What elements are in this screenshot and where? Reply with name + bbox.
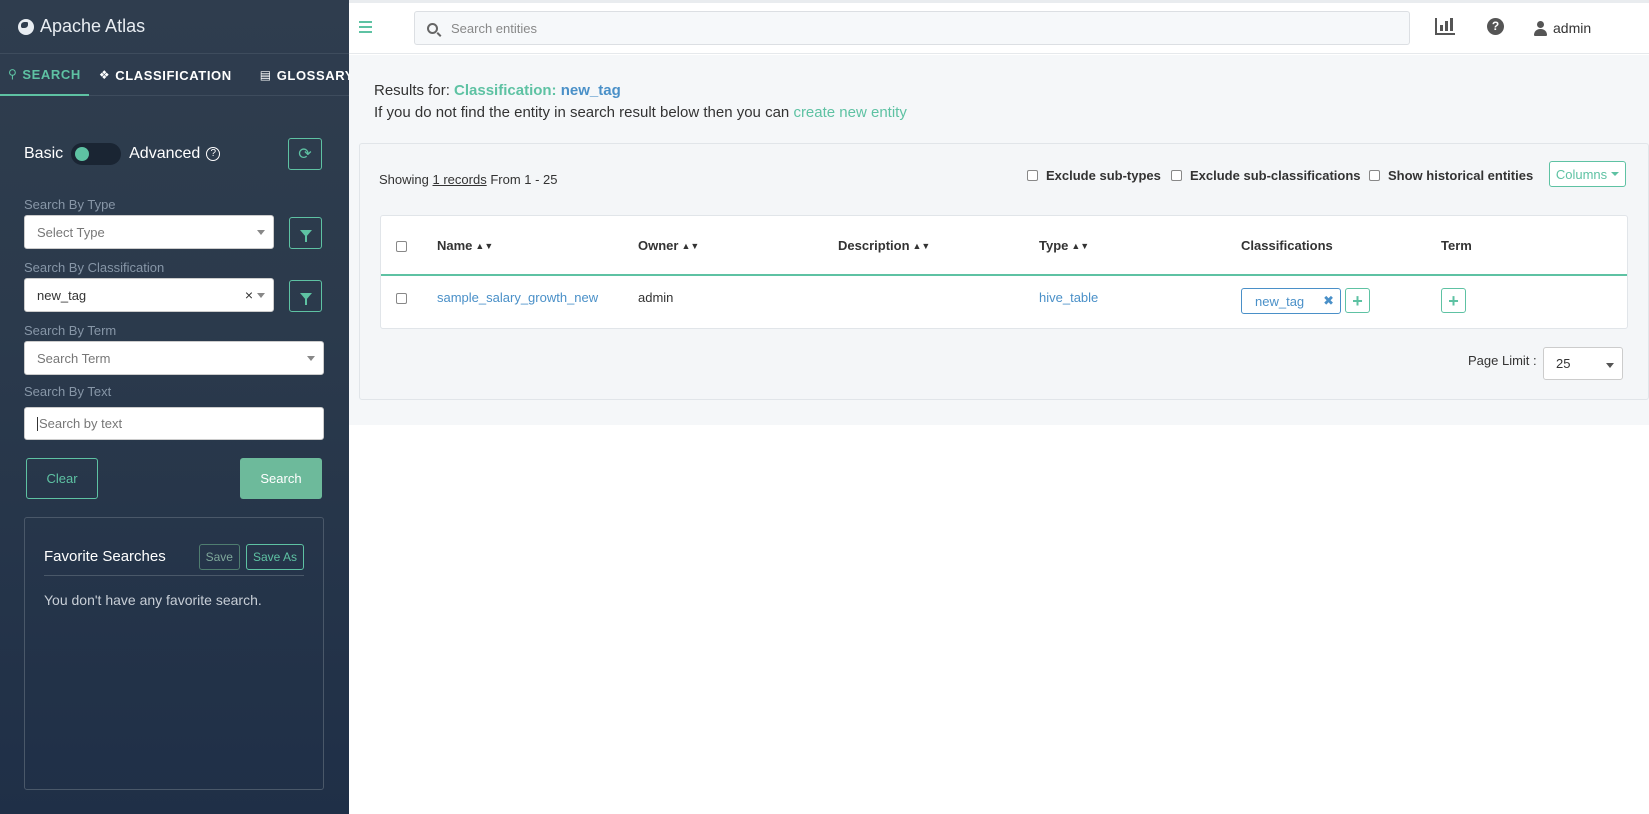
filter-icon: [299, 229, 312, 242]
favorite-searches-empty: You don't have any favorite search.: [44, 592, 262, 608]
search-icon: ⚲: [8, 67, 18, 81]
tag-icon: ❖: [98, 68, 111, 82]
column-header-description[interactable]: Description ▲▼: [838, 238, 930, 253]
create-entity-link[interactable]: create new entity: [793, 104, 906, 121]
menu-icon[interactable]: [359, 21, 372, 36]
add-classification-button[interactable]: +: [1345, 288, 1370, 313]
entity-type-link[interactable]: hive_table: [1039, 290, 1098, 305]
classification-tag[interactable]: new_tag ✖: [1241, 288, 1341, 314]
caret-down-icon: [1611, 172, 1620, 176]
tab-search[interactable]: ⚲ SEARCH: [0, 54, 89, 96]
chevron-down-icon: [1606, 363, 1614, 368]
remove-tag-icon[interactable]: ✖: [1323, 293, 1334, 309]
top-bar: Search entities ? admin: [349, 0, 1649, 54]
save-button[interactable]: Save: [198, 543, 240, 570]
search-mode-toggle-row: Basic Advanced ?: [24, 139, 324, 169]
entity-owner: admin: [638, 290, 674, 305]
globe-icon: [18, 18, 34, 35]
select-all-checkbox[interactable]: [396, 241, 407, 252]
type-filter-button[interactable]: [289, 217, 322, 249]
classification-select[interactable]: new_tag ×: [24, 278, 274, 312]
sort-icon: ▲▼: [475, 241, 494, 251]
column-header-type[interactable]: Type ▲▼: [1039, 238, 1089, 253]
exclude-subtypes-checkbox[interactable]: [1027, 170, 1038, 181]
show-historical-checkbox[interactable]: [1369, 170, 1380, 181]
sort-icon: ▲▼: [912, 241, 931, 251]
exclude-subclassifications-option[interactable]: Exclude sub-classifications: [1171, 168, 1361, 183]
folder-open-icon: ▤: [259, 68, 272, 82]
classification-filter-button[interactable]: [289, 280, 322, 312]
chevron-down-icon: [257, 293, 265, 298]
user-menu[interactable]: admin: [1534, 20, 1591, 36]
text-cursor: [37, 416, 38, 431]
search-icon: [427, 22, 438, 34]
favorite-searches-title: Favorite Searches: [44, 548, 166, 565]
column-header-classifications: Classifications: [1241, 238, 1333, 253]
results-table: Name ▲▼ Owner ▲▼ Description ▲▼ Type ▲▼ Clas…: [380, 215, 1628, 329]
sort-icon: ▲▼: [1071, 241, 1090, 251]
search-by-term-label: Search By Term: [24, 323, 117, 338]
columns-button[interactable]: Columns: [1549, 161, 1626, 187]
column-header-term: Term: [1441, 238, 1472, 253]
column-header-name[interactable]: Name ▲▼: [437, 238, 493, 253]
show-historical-option[interactable]: Show historical entities: [1369, 168, 1533, 183]
user-icon: [1534, 20, 1547, 36]
results-hint: If you do not find the entity in search …: [374, 104, 907, 121]
search-by-type-label: Search By Type: [24, 197, 116, 212]
refresh-icon: ⟳: [298, 146, 312, 163]
showing-records: Showing 1 records From 1 - 25: [379, 172, 558, 187]
type-select[interactable]: Select Type: [24, 215, 274, 249]
exclude-subclassifications-checkbox[interactable]: [1171, 170, 1182, 181]
statistics-icon[interactable]: [1435, 18, 1455, 35]
sort-icon: ▲▼: [681, 241, 700, 251]
app-title: Apache Atlas: [40, 16, 146, 36]
favorite-searches-panel: Favorite Searches Save Save As You don't…: [24, 517, 324, 790]
chevron-down-icon: [307, 356, 315, 361]
refresh-button[interactable]: ⟳: [288, 138, 322, 170]
clear-button[interactable]: Clear: [26, 458, 98, 499]
save-as-button[interactable]: Save As: [245, 543, 304, 570]
global-search-input[interactable]: Search entities: [414, 11, 1410, 45]
advanced-label: Advanced: [129, 145, 201, 162]
chevron-down-icon: [257, 230, 265, 235]
add-term-button[interactable]: +: [1441, 288, 1466, 313]
search-by-text-label: Search By Text: [24, 384, 112, 399]
search-button[interactable]: Search: [240, 458, 322, 499]
records-link[interactable]: 1 records: [433, 172, 487, 187]
help-icon[interactable]: ?: [1487, 18, 1504, 35]
sidebar: Apache Atlas ⚲ SEARCH ❖ CLASSIFICATION ▤…: [0, 0, 353, 814]
term-select[interactable]: Search Term: [24, 341, 324, 375]
help-icon[interactable]: ?: [206, 147, 221, 161]
page-limit-label: Page Limit :: [1468, 353, 1537, 368]
results-title: Results for: Classification: new_tag: [374, 82, 621, 99]
basic-label: Basic: [24, 145, 64, 162]
filter-icon: [299, 292, 312, 305]
user-name: admin: [1553, 20, 1592, 36]
switch-knob: [75, 147, 90, 161]
sidebar-tabs: ⚲ SEARCH ❖ CLASSIFICATION ▤ GLOSSARY: [0, 54, 353, 96]
brand[interactable]: Apache Atlas: [0, 0, 349, 54]
clear-selection-icon[interactable]: ×: [245, 287, 253, 303]
row-checkbox[interactable]: [396, 293, 407, 304]
table-header: Name ▲▼ Owner ▲▼ Description ▲▼ Type ▲▼ Clas…: [381, 216, 1627, 276]
search-text-input[interactable]: Search by text: [24, 407, 324, 440]
column-header-owner[interactable]: Owner ▲▼: [638, 238, 699, 253]
page-limit-select[interactable]: 25: [1543, 347, 1623, 380]
tab-glossary[interactable]: ▤ GLOSSARY: [252, 54, 362, 96]
mode-switch[interactable]: [71, 143, 122, 165]
search-by-classification-label: Search By Classification: [24, 260, 165, 275]
tab-classification[interactable]: ❖ CLASSIFICATION: [91, 54, 240, 96]
results-tag-name: new_tag: [560, 82, 621, 99]
entity-name-link[interactable]: sample_salary_growth_new: [437, 290, 598, 305]
favorite-searches-header: Favorite Searches Save Save As: [44, 538, 304, 576]
exclude-subtypes-option[interactable]: Exclude sub-types: [1027, 168, 1161, 183]
